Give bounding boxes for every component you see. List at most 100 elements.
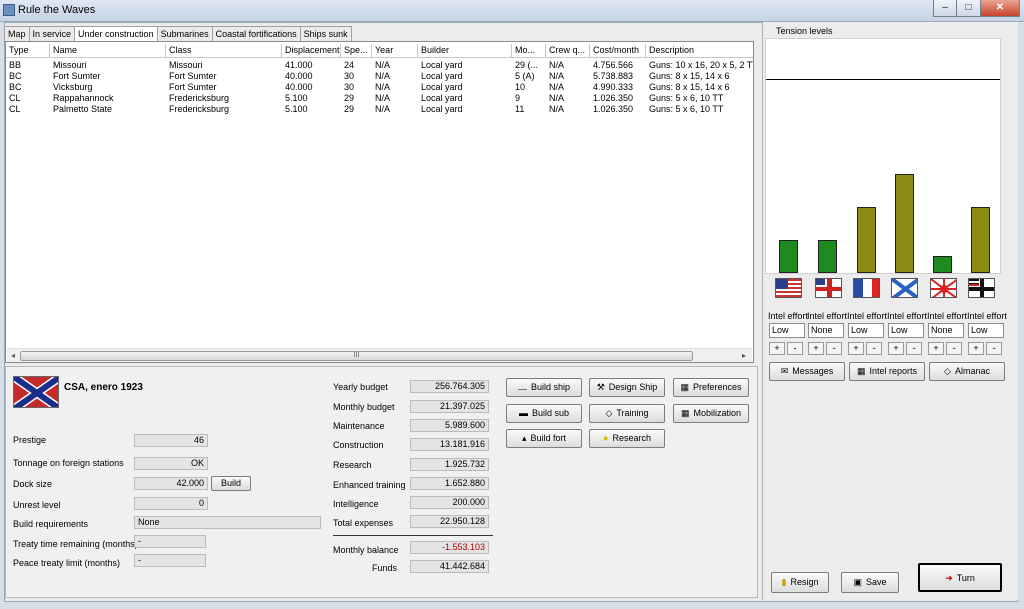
table-cell: Fort Sumter — [169, 71, 217, 81]
scroll-thumb[interactable]: III — [20, 351, 693, 361]
turn-button[interactable]: ➜ Turn — [918, 563, 1002, 592]
tab-coastal-fortifications[interactable]: Coastal fortifications — [211, 26, 301, 42]
fort-icon: ▴ — [521, 433, 527, 443]
messages-button[interactable]: ✉ Messages — [769, 362, 845, 381]
table-cell: Fort Sumter — [53, 71, 101, 81]
intel-minus-button[interactable]: - — [787, 342, 803, 355]
table-cell: 5.738.883 — [593, 71, 634, 81]
build-requirements-label: Build requirements — [13, 519, 89, 529]
book-icon: ◇ — [605, 408, 613, 418]
preferences-button[interactable]: ▦ Preferences — [673, 378, 749, 397]
ship-list: Type Name Class Displacement Spe... Year… — [5, 41, 754, 363]
intel-plus-button[interactable]: + — [769, 342, 785, 355]
minimize-button[interactable]: – — [933, 0, 957, 17]
tonnage-label: Tonnage on foreign stations — [13, 458, 124, 468]
tab-map[interactable]: Map — [4, 26, 30, 42]
intel-plus-button[interactable]: + — [848, 342, 864, 355]
table-row[interactable]: CL Rappahannock Fredericksburg 5.100 29 N/A Lo… — [6, 93, 753, 104]
tab-ships-sunk[interactable]: Ships sunk — [299, 26, 352, 42]
intel-effort-russia[interactable]: Low — [888, 323, 924, 338]
dock-size-value: 42.000 — [134, 477, 208, 490]
research-button[interactable]: ● Research — [589, 429, 665, 448]
col-displacement[interactable]: Displacement — [282, 44, 341, 58]
table-cell: 10 — [515, 82, 526, 92]
csa-flag-icon — [13, 376, 59, 408]
tension-bar-russia — [895, 174, 914, 273]
build-dock-button[interactable]: Build — [211, 476, 251, 491]
intel-minus-button[interactable]: - — [906, 342, 922, 355]
peace-limit-label: Peace treaty limit (months) — [13, 558, 121, 568]
prestige-label: Prestige — [13, 435, 47, 445]
training-button[interactable]: ◇ Training — [589, 404, 665, 423]
table-cell: 4.990.333 — [593, 82, 634, 92]
scroll-left-icon[interactable]: ◂ — [7, 350, 19, 362]
table-cell: 9 — [515, 93, 521, 103]
col-crew[interactable]: Crew q... — [546, 44, 590, 58]
table-cell: 5.100 — [285, 93, 308, 103]
intel-plus-button[interactable]: + — [928, 342, 944, 355]
save-button[interactable]: ▣ Save — [841, 572, 899, 593]
almanac-button[interactable]: ◇ Almanac — [929, 362, 1005, 381]
yearly-budget-value: 256.764.305 — [410, 380, 489, 393]
intel-effort-japan[interactable]: None — [928, 323, 964, 338]
enhanced-training-label: Enhanced training — [333, 480, 406, 490]
table-cell: N/A — [375, 93, 391, 103]
intel-reports-button[interactable]: ▦ Intel reports — [849, 362, 925, 381]
table-cell: Guns: 8 x 15, 14 x 6 — [649, 71, 730, 81]
scroll-right-icon[interactable]: ▸ — [738, 350, 750, 362]
close-button[interactable]: ✕ — [980, 0, 1020, 17]
col-cost[interactable]: Cost/month — [590, 44, 646, 58]
horizontal-scrollbar[interactable]: ◂ III ▸ — [7, 348, 752, 362]
intel-effort-uk[interactable]: None — [808, 323, 844, 338]
table-cell: 4.756.566 — [593, 60, 634, 70]
table-row[interactable]: BC Vicksburg Fort Sumter 40.000 30 N/A Local y… — [6, 82, 753, 93]
col-name[interactable]: Name — [50, 44, 166, 58]
intel-minus-button[interactable]: - — [986, 342, 1002, 355]
col-class[interactable]: Class — [166, 44, 282, 58]
intel-minus-button[interactable]: - — [946, 342, 962, 355]
intel-effort-germany[interactable]: Low — [968, 323, 1004, 338]
maximize-button[interactable]: □ — [956, 0, 981, 17]
table-cell: N/A — [375, 71, 391, 81]
build-fort-button[interactable]: ▴ Build fort — [506, 429, 582, 448]
maintenance-value: 5.989.600 — [410, 419, 489, 432]
tab-in-service[interactable]: In service — [28, 26, 76, 42]
intel-minus-button[interactable]: - — [826, 342, 842, 355]
build-ship-button[interactable]: ⎼ Build ship — [506, 378, 582, 397]
table-cell: Guns: 10 x 16, 20 x 5, 2 TT — [649, 60, 753, 70]
intel-minus-button[interactable]: - — [866, 342, 882, 355]
design-ship-button[interactable]: ⚒ Design Ship — [589, 378, 665, 397]
intel-plus-button[interactable]: + — [968, 342, 984, 355]
yearly-budget-label: Yearly budget — [333, 382, 388, 392]
table-cell: BB — [9, 60, 22, 70]
table-cell: 5.100 — [285, 104, 308, 114]
table-row[interactable]: BC Fort Sumter Fort Sumter 40.000 30 N/A Local… — [6, 71, 753, 82]
funds-label: Funds — [372, 563, 398, 573]
table-cell: Guns: 5 x 6, 10 TT — [649, 93, 724, 103]
intel-effort-france[interactable]: Low — [848, 323, 884, 338]
intel-plus-button[interactable]: + — [888, 342, 904, 355]
intelligence-label: Intelligence — [333, 499, 379, 509]
col-description[interactable]: Description — [646, 44, 753, 58]
tab-submarines[interactable]: Submarines — [156, 26, 213, 42]
lightbulb-icon: ● — [603, 433, 609, 443]
table-row[interactable]: CL Palmetto State Fredericksburg 5.100 29 N/A… — [6, 104, 753, 115]
submarine-icon: ▬ — [518, 408, 528, 418]
intel-effort-usa[interactable]: Low — [769, 323, 805, 338]
preferences-icon: ▦ — [680, 382, 689, 392]
table-cell: 30 — [344, 82, 355, 92]
col-type[interactable]: Type — [6, 44, 50, 58]
resign-button[interactable]: ▮ Resign — [771, 572, 829, 593]
mobilization-button[interactable]: ▦ Mobilization — [673, 404, 749, 423]
col-year[interactable]: Year — [372, 44, 418, 58]
table-cell: 29 — [344, 93, 355, 103]
intel-effort-label: Intel effort — [807, 311, 847, 321]
col-months[interactable]: Mo... — [512, 44, 546, 58]
build-sub-button[interactable]: ▬ Build sub — [506, 404, 582, 423]
col-builder[interactable]: Builder — [418, 44, 512, 58]
intel-plus-button[interactable]: + — [808, 342, 824, 355]
col-speed[interactable]: Spe... — [341, 44, 372, 58]
table-row[interactable]: BB Missouri Missouri 41.000 24 N/A Local yard 2… — [6, 60, 753, 71]
table-cell: N/A — [375, 82, 391, 92]
construction-label: Construction — [333, 440, 384, 450]
